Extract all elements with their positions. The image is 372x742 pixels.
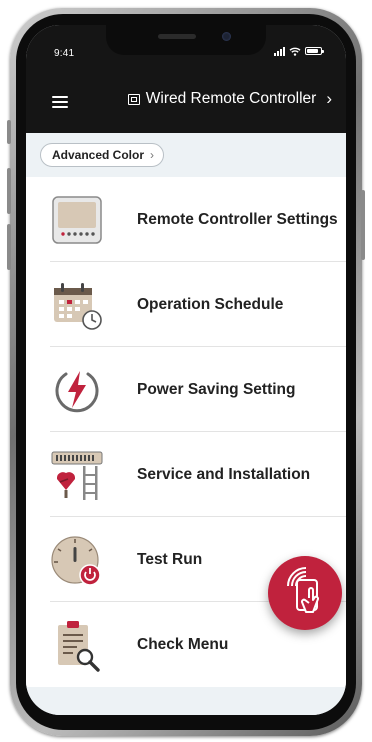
mute-switch <box>7 120 11 144</box>
chevron-right-icon: › <box>326 89 332 108</box>
advanced-color-chip[interactable]: Advanced Color › <box>40 143 165 167</box>
status-time: 9:41 <box>54 48 75 59</box>
battery-icon <box>305 47 324 55</box>
power-bolt-icon <box>55 370 99 412</box>
menu-item-service-and-installation[interactable]: Service and Installation <box>26 432 346 517</box>
device-icon <box>127 93 140 105</box>
cellular-signal-icon <box>274 46 285 56</box>
menu-item-power-saving-setting[interactable]: Power Saving Setting <box>26 347 346 432</box>
menu-item-label: Test Run <box>137 550 203 568</box>
menu-item-label: Operation Schedule <box>137 295 284 313</box>
hamburger-menu-icon[interactable] <box>52 96 68 108</box>
bottom-spacer <box>26 687 346 715</box>
wifi-icon <box>289 47 301 56</box>
menu-item-operation-schedule[interactable]: Operation Schedule <box>26 262 346 347</box>
volume-up-button <box>7 168 11 214</box>
front-camera <box>222 32 231 41</box>
speaker-grille <box>158 34 196 39</box>
menu-item-label: Service and Installation <box>137 465 311 483</box>
dial-power-icon <box>51 535 101 586</box>
device-selector[interactable]: Wired Remote Controller › <box>127 89 332 109</box>
remote-control-fab[interactable] <box>268 556 342 630</box>
app-screen: 9:41 Wired Remote Controller › Advanced … <box>26 25 346 715</box>
app-header: 9:41 Wired Remote Controller › <box>26 25 346 133</box>
volume-down-button <box>7 224 11 270</box>
menu-item-label: Check Menu <box>137 635 229 653</box>
menu-item-remote-controller-settings[interactable]: Remote Controller Settings <box>26 177 346 262</box>
service-tools-icon <box>51 451 103 500</box>
clipboard-magnifier-icon <box>58 620 100 672</box>
device-name: Wired Remote Controller <box>145 90 317 107</box>
power-button <box>361 190 365 260</box>
status-icons <box>274 45 324 57</box>
calendar-clock-icon <box>54 282 102 330</box>
menu-item-label: Remote Controller Settings <box>137 210 338 228</box>
chip-chevron-icon: › <box>150 148 155 162</box>
menu-item-label: Power Saving Setting <box>137 380 296 398</box>
phone-touch-icon <box>287 567 319 613</box>
filter-bar: Advanced Color › <box>26 133 346 177</box>
remote-controller-icon <box>52 195 102 244</box>
phone-notch <box>106 25 266 55</box>
chip-label: Advanced Color <box>52 148 145 162</box>
